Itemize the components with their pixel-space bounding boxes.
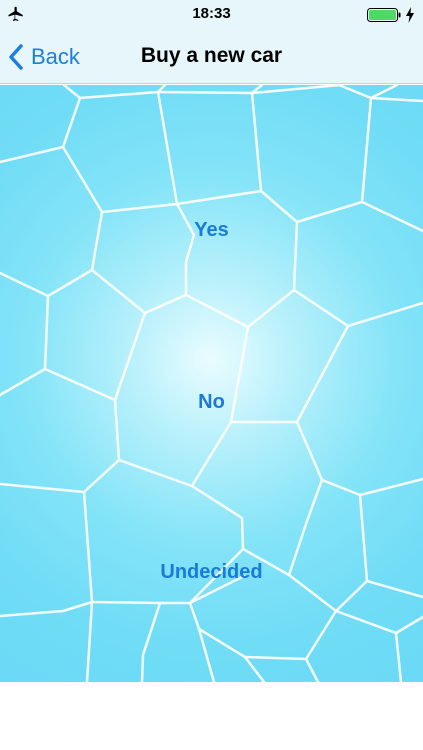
option-no[interactable]: No [0,391,423,414]
bolt-icon [406,7,414,23]
bottom-area [0,682,423,750]
status-time: 18:33 [192,5,231,22]
cell-pattern [0,85,423,682]
navigation-bar: Back Buy a new car [0,30,423,84]
decision-board: Yes No Undecided [0,85,423,682]
status-bar: 18:33 [0,0,423,30]
battery-icon [367,8,401,22]
page-title: Buy a new car [140,44,283,67]
option-undecided[interactable]: Undecided [0,561,423,584]
option-yes[interactable]: Yes [0,219,423,242]
